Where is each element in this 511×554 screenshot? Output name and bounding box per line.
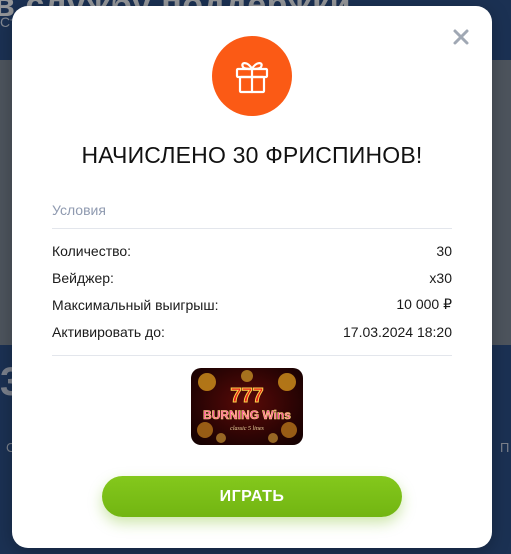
condition-label: Активировать до: xyxy=(52,323,165,340)
condition-label: Максимальный выигрыш: xyxy=(52,296,219,313)
condition-value: 10 000 ₽ xyxy=(396,296,452,312)
condition-row-activate-until: Активировать до: 17.03.2024 18:20 xyxy=(52,318,452,345)
close-icon xyxy=(453,29,469,45)
close-button[interactable] xyxy=(452,28,470,46)
condition-row-wager: Вейджер: x30 xyxy=(52,264,452,291)
svg-text:777: 777 xyxy=(230,385,263,407)
play-button[interactable]: ИГРАТЬ xyxy=(102,476,402,517)
condition-label: Количество: xyxy=(52,242,132,259)
condition-label: Вейджер: xyxy=(52,269,114,286)
conditions-heading: Условия xyxy=(52,202,106,218)
condition-row-quantity: Количество: 30 xyxy=(52,237,452,264)
svg-text:BURNING Wins: BURNING Wins xyxy=(203,408,291,422)
gift-badge xyxy=(212,36,292,116)
condition-value: 30 xyxy=(436,242,452,259)
conditions-section: Условия Количество: 30 Вейджер: x30 Макс… xyxy=(52,202,452,356)
game-thumbnail[interactable]: 777 BURNING Wins classic 5 lines xyxy=(191,368,303,445)
condition-value: 17.03.2024 18:20 xyxy=(343,323,452,340)
svg-text:classic 5 lines: classic 5 lines xyxy=(230,426,264,432)
modal-title: НАЧИСЛЕНО 30 ФРИСПИНОВ! xyxy=(81,142,423,168)
divider xyxy=(52,355,452,356)
freespins-modal: НАЧИСЛЕНО 30 ФРИСПИНОВ! Условия Количест… xyxy=(12,6,492,548)
conditions-list: Количество: 30 Вейджер: x30 Максимальный… xyxy=(52,229,452,355)
condition-value: x30 xyxy=(429,269,452,286)
condition-row-max-win: Максимальный выигрыш: 10 000 ₽ xyxy=(52,291,452,318)
burning-wins-logo: 777 BURNING Wins classic 5 lines xyxy=(197,370,297,443)
gift-icon xyxy=(235,62,269,94)
